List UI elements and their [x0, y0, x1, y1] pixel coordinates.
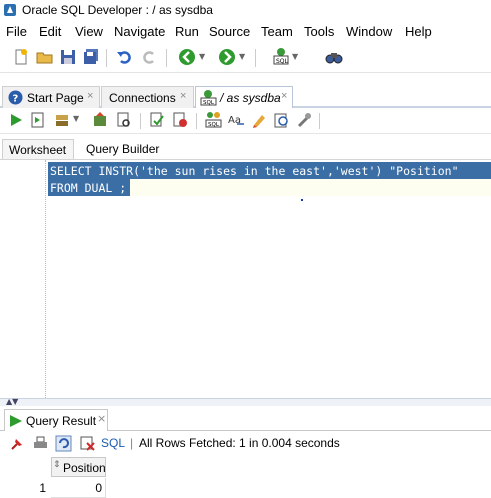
document-tab-strip: ? Start Page × Connections × SQL / as sy… — [0, 84, 491, 109]
chevron-down-icon[interactable]: ▼ — [73, 114, 79, 123]
sql-worksheet-icon[interactable]: SQL — [272, 47, 290, 65]
table-cell[interactable]: 0 — [51, 478, 106, 498]
tab-start-page[interactable]: ? Start Page × — [2, 86, 100, 108]
menu-navigate[interactable]: Navigate — [114, 24, 165, 39]
clear-editor-icon[interactable] — [251, 112, 267, 128]
sql-editor[interactable]: SELECT INSTR('the sun rises in the east'… — [0, 159, 491, 398]
tab-label: / as sysdba — [220, 91, 281, 105]
redo-icon[interactable] — [140, 48, 158, 66]
refresh-icon[interactable] — [55, 435, 72, 452]
pin-icon[interactable] — [10, 436, 25, 451]
menu-help[interactable]: Help — [405, 24, 432, 39]
explain-plan-icon[interactable] — [116, 112, 132, 128]
column-header-label: Position — [63, 461, 106, 475]
chevron-down-icon[interactable]: ▼ — [239, 52, 245, 61]
format-icon[interactable]: Aa — [228, 112, 245, 128]
sql-developer-app-icon — [4, 4, 16, 16]
toolbar-separator — [106, 49, 107, 67]
help-icon: ? — [8, 90, 23, 105]
chevron-down-icon[interactable]: ▼ — [292, 52, 298, 61]
svg-text:SQL: SQL — [208, 122, 220, 128]
commit-icon[interactable] — [54, 112, 70, 128]
tab-label: Start Page — [27, 91, 84, 105]
find-db-object-icon[interactable] — [325, 48, 343, 66]
result-tab-strip: Query Result × — [0, 407, 491, 431]
tab-query-builder[interactable]: Query Builder — [80, 139, 170, 159]
result-grid: ⇕ Position 1 0 — [0, 456, 491, 498]
run-script-icon[interactable] — [30, 112, 46, 128]
tab-query-result[interactable]: Query Result × — [4, 409, 108, 431]
status-text: All Rows Fetched: 1 in 0.004 seconds — [139, 436, 340, 450]
rollback-icon[interactable] — [92, 112, 108, 128]
line-gutter — [0, 160, 46, 398]
panel-splitter[interactable]: ▲▼ — [0, 397, 491, 406]
open-folder-icon[interactable] — [36, 48, 54, 66]
close-icon[interactable]: × — [281, 90, 287, 102]
menu-file[interactable]: File — [6, 24, 27, 39]
row-number-label: 1 — [39, 481, 46, 495]
menu-view[interactable]: View — [75, 24, 103, 39]
current-line-highlight — [130, 179, 491, 196]
back-icon[interactable] — [178, 48, 196, 66]
tab-connections[interactable]: Connections × — [101, 86, 194, 108]
run-statement-icon — [10, 415, 22, 427]
worksheet-subtabs: Worksheet Query Builder — [0, 139, 491, 159]
menu-bar: File Edit View Navigate Run Source Team … — [0, 21, 491, 43]
print-icon[interactable] — [33, 436, 48, 451]
save-all-icon[interactable] — [82, 48, 100, 66]
cell-value: 0 — [95, 481, 102, 495]
sql-link[interactable]: SQL — [101, 436, 125, 450]
worksheet-toolbar: ▼ SQL Aa — [0, 108, 491, 134]
chevron-down-icon[interactable]: ▼ — [199, 52, 205, 61]
save-icon[interactable] — [59, 48, 77, 66]
column-header[interactable]: ⇕ Position — [51, 457, 106, 477]
collapse-arrows-icon[interactable]: ▲▼ — [6, 397, 18, 406]
window-title: Oracle SQL Developer : / as sysdba — [22, 3, 213, 17]
clear-icon[interactable] — [172, 112, 188, 128]
grid-corner — [0, 456, 50, 477]
close-icon[interactable]: × — [180, 90, 186, 102]
row-number[interactable]: 1 — [0, 478, 50, 498]
tab-worksheet[interactable]: Worksheet — [2, 139, 74, 159]
new-file-icon[interactable] — [12, 48, 30, 66]
code-line-1[interactable]: SELECT INSTR('the sun rises in the east'… — [48, 163, 459, 179]
close-icon[interactable]: × — [97, 412, 106, 425]
menu-source[interactable]: Source — [209, 24, 250, 39]
toolbar-separator — [319, 113, 320, 129]
menu-tools[interactable]: Tools — [304, 24, 334, 39]
sql-icon: SQL — [200, 90, 217, 106]
history-icon[interactable] — [273, 112, 289, 128]
autotrace-icon[interactable] — [149, 112, 165, 128]
svg-text:?: ? — [13, 94, 19, 105]
tab-label: Query Result — [26, 414, 97, 428]
toolbar-separator — [140, 113, 141, 129]
toolbar-separator — [166, 49, 167, 67]
menu-run[interactable]: Run — [175, 24, 199, 39]
tab-label: Connections — [109, 91, 176, 105]
toolbar-divider: | — [130, 436, 134, 450]
code-line-2[interactable]: FROM DUAL ; — [48, 180, 126, 196]
menu-edit[interactable]: Edit — [39, 24, 61, 39]
result-toolbar: SQL | All Rows Fetched: 1 in 0.004 secon… — [0, 431, 491, 455]
run-statement-icon[interactable] — [8, 112, 24, 128]
svg-text:SQL: SQL — [203, 100, 215, 106]
menu-team[interactable]: Team — [261, 24, 293, 39]
tab-sysdba-worksheet[interactable]: SQL / as sysdba × — [195, 86, 293, 109]
toolbar-separator — [196, 113, 197, 129]
cancel-query-icon[interactable] — [80, 436, 95, 451]
cursor-marker — [301, 199, 303, 201]
close-icon[interactable]: × — [87, 90, 93, 102]
menu-window[interactable]: Window — [346, 24, 392, 39]
title-bar: Oracle SQL Developer : / as sysdba — [0, 0, 491, 21]
main-toolbar: ▼ ▼ SQL ▼ — [0, 43, 491, 73]
sort-icon: ⇕ — [53, 460, 61, 470]
toolbar-separator — [255, 49, 256, 67]
undo-icon[interactable] — [116, 48, 134, 66]
forward-icon[interactable] — [218, 48, 236, 66]
tools-icon[interactable] — [296, 112, 312, 128]
sql-tuning-icon[interactable]: SQL — [205, 111, 222, 128]
svg-text:SQL: SQL — [276, 58, 289, 65]
